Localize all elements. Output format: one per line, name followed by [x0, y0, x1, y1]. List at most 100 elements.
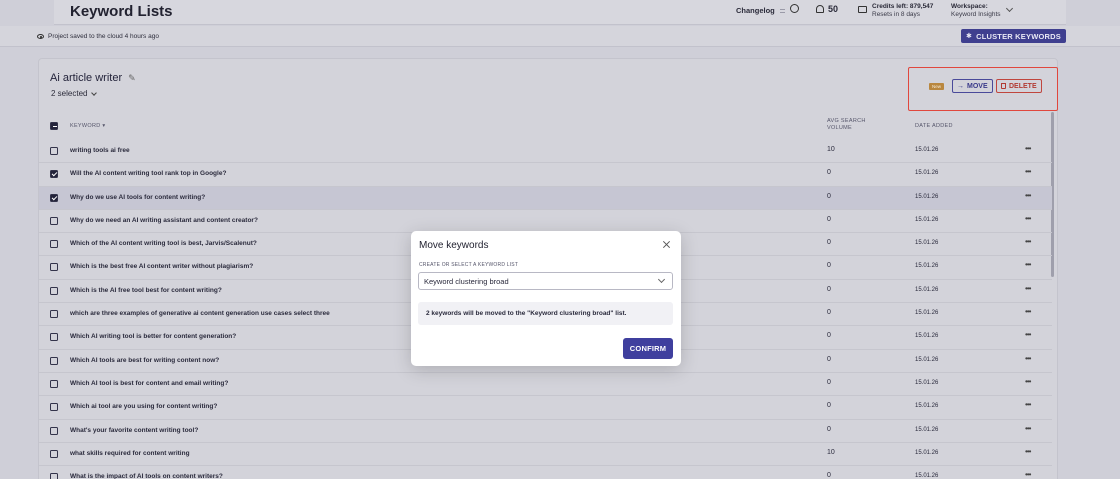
- keyword-cell: Which is the AI free tool best for conte…: [70, 286, 222, 294]
- table-row[interactable]: what skills required for content writing…: [39, 443, 1052, 467]
- row-checkbox[interactable]: [50, 286, 58, 295]
- delete-button[interactable]: DELETE: [996, 79, 1042, 93]
- more-options-icon[interactable]: •••: [1025, 167, 1031, 176]
- column-volume[interactable]: AVG SEARCH VOLUME: [827, 118, 866, 132]
- volume-cell: 0: [827, 285, 831, 293]
- notifications-count: 50: [828, 4, 839, 14]
- table-row[interactable]: Why do we need an AI writing assistant a…: [39, 210, 1052, 234]
- bulk-actions: New → MOVE DELETE: [908, 67, 1058, 111]
- workspace-name: Keyword Insights: [951, 11, 1001, 18]
- more-options-icon[interactable]: •••: [1025, 354, 1031, 363]
- select-all-checkbox[interactable]: [50, 122, 58, 130]
- table-row[interactable]: Which AI tool is best for content and em…: [39, 373, 1052, 397]
- keyword-list-select[interactable]: Keyword clustering broad: [418, 272, 673, 290]
- eye-icon: [37, 34, 44, 39]
- more-options-icon[interactable]: •••: [1025, 191, 1031, 200]
- more-options-icon[interactable]: •••: [1025, 260, 1031, 269]
- keyword-cell: What's your favorite content writing too…: [70, 426, 199, 434]
- chevron-down-icon[interactable]: [1005, 4, 1014, 13]
- list-title: Ai article writer ✎: [50, 72, 136, 84]
- close-icon[interactable]: [662, 240, 670, 248]
- more-options-icon[interactable]: •••: [1025, 447, 1031, 456]
- date-cell: 15.01.26: [915, 403, 939, 410]
- table-row[interactable]: Which ai tool are you using for content …: [39, 396, 1052, 420]
- row-checkbox[interactable]: [50, 403, 58, 412]
- row-checkbox[interactable]: [50, 170, 58, 179]
- volume-cell: 0: [827, 425, 831, 433]
- keyword-cell: Which AI writing tool is better for cont…: [70, 333, 237, 341]
- table-row[interactable]: Why do we use AI tools for content writi…: [39, 186, 1052, 210]
- changelog-link[interactable]: Changelog: [736, 6, 785, 15]
- table-row[interactable]: What is the impact of AI tools on conten…: [39, 466, 1052, 479]
- date-cell: 15.01.26: [915, 193, 939, 200]
- row-checkbox[interactable]: [50, 449, 58, 458]
- date-cell: 15.01.26: [915, 449, 939, 456]
- more-options-icon[interactable]: •••: [1025, 424, 1031, 433]
- row-checkbox[interactable]: [50, 147, 58, 155]
- volume-cell: 0: [827, 402, 831, 410]
- volume-cell: 0: [827, 309, 831, 317]
- date-cell: 15.01.26: [915, 147, 939, 153]
- more-options-icon[interactable]: •••: [1025, 237, 1031, 246]
- move-keywords-dialog: Move keywords CREATE OR SELECT A KEYWORD…: [411, 231, 681, 366]
- workspace-selector[interactable]: Workspace: Keyword Insights: [951, 3, 1001, 19]
- keyword-cell: what skills required for content writing: [70, 449, 190, 457]
- top-bar: Keyword Lists Changelog 50 Credits left:…: [54, 0, 1066, 25]
- volume-cell: 0: [827, 239, 831, 247]
- selected-list-value: Keyword clustering broad: [424, 277, 509, 286]
- more-options-icon[interactable]: •••: [1025, 307, 1031, 316]
- credit-card-icon: [858, 6, 867, 13]
- save-status: Project saved to the cloud 4 hours ago: [37, 33, 159, 40]
- row-checkbox[interactable]: [50, 263, 58, 272]
- more-options-icon[interactable]: •••: [1025, 214, 1031, 223]
- table-row[interactable]: Will the AI content writing tool rank to…: [39, 163, 1052, 187]
- volume-cell: 0: [827, 215, 831, 223]
- row-checkbox[interactable]: [50, 379, 58, 388]
- notifications-button[interactable]: 50: [816, 4, 838, 14]
- sort-icon: ▾: [102, 123, 106, 129]
- more-options-icon[interactable]: •••: [1025, 470, 1031, 479]
- workspace-label: Workspace:: [951, 3, 988, 10]
- volume-cell: 0: [827, 472, 831, 479]
- table-row[interactable]: What's your favorite content writing too…: [39, 420, 1052, 443]
- column-date[interactable]: DATE ADDED: [915, 123, 953, 130]
- row-checkbox[interactable]: [50, 473, 58, 479]
- user-icon[interactable]: [790, 4, 799, 13]
- keyword-cell: Will the AI content writing tool rank to…: [70, 170, 227, 178]
- move-button[interactable]: → MOVE: [952, 79, 993, 93]
- row-checkbox[interactable]: [50, 333, 58, 342]
- table-row[interactable]: writing tools ai free 10 15.01.26 •••: [39, 140, 1052, 164]
- volume-cell: 0: [827, 192, 831, 200]
- row-checkbox[interactable]: [50, 310, 58, 319]
- row-checkbox[interactable]: [50, 240, 58, 249]
- cluster-keywords-label: CLUSTER KEYWORDS: [976, 31, 1061, 41]
- more-options-icon[interactable]: •••: [1025, 400, 1031, 409]
- more-options-icon[interactable]: •••: [1025, 144, 1031, 153]
- cluster-keywords-button[interactable]: ✱ CLUSTER KEYWORDS: [961, 29, 1066, 43]
- confirm-button[interactable]: CONFIRM: [623, 338, 673, 359]
- keyword-cell: Which AI tool is best for content and em…: [70, 379, 229, 387]
- column-keyword[interactable]: KEYWORD ▾: [70, 123, 105, 130]
- keyword-cell: Which AI tools are best for writing cont…: [70, 356, 220, 364]
- keyword-cell: What is the impact of AI tools on conten…: [70, 473, 223, 479]
- row-checkbox[interactable]: [50, 216, 58, 225]
- row-checkbox[interactable]: [50, 426, 58, 435]
- column-volume-label: AVG SEARCH: [827, 118, 866, 124]
- date-cell: 15.01.26: [915, 216, 939, 223]
- date-cell: 15.01.26: [915, 356, 939, 363]
- save-status-text: Project saved to the cloud 4 hours ago: [48, 33, 159, 40]
- date-cell: 15.01.26: [915, 170, 939, 177]
- more-options-icon[interactable]: •••: [1025, 284, 1031, 293]
- move-info-text: 2 keywords will be moved to the "Keyword…: [426, 310, 627, 317]
- more-options-icon[interactable]: •••: [1025, 330, 1031, 339]
- pencil-icon[interactable]: ✎: [128, 73, 136, 84]
- volume-cell: 0: [827, 262, 831, 270]
- menu-icon: [779, 8, 785, 13]
- row-checkbox[interactable]: [50, 193, 58, 202]
- selection-dropdown[interactable]: 2 selected: [51, 89, 98, 98]
- keyword-cell: Why do we need an AI writing assistant a…: [70, 216, 258, 224]
- row-checkbox[interactable]: [50, 356, 58, 365]
- more-options-icon[interactable]: •••: [1025, 377, 1031, 386]
- status-bar: Project saved to the cloud 4 hours ago ✱…: [0, 26, 1120, 47]
- credits-reset: Resets in 8 days: [872, 11, 921, 18]
